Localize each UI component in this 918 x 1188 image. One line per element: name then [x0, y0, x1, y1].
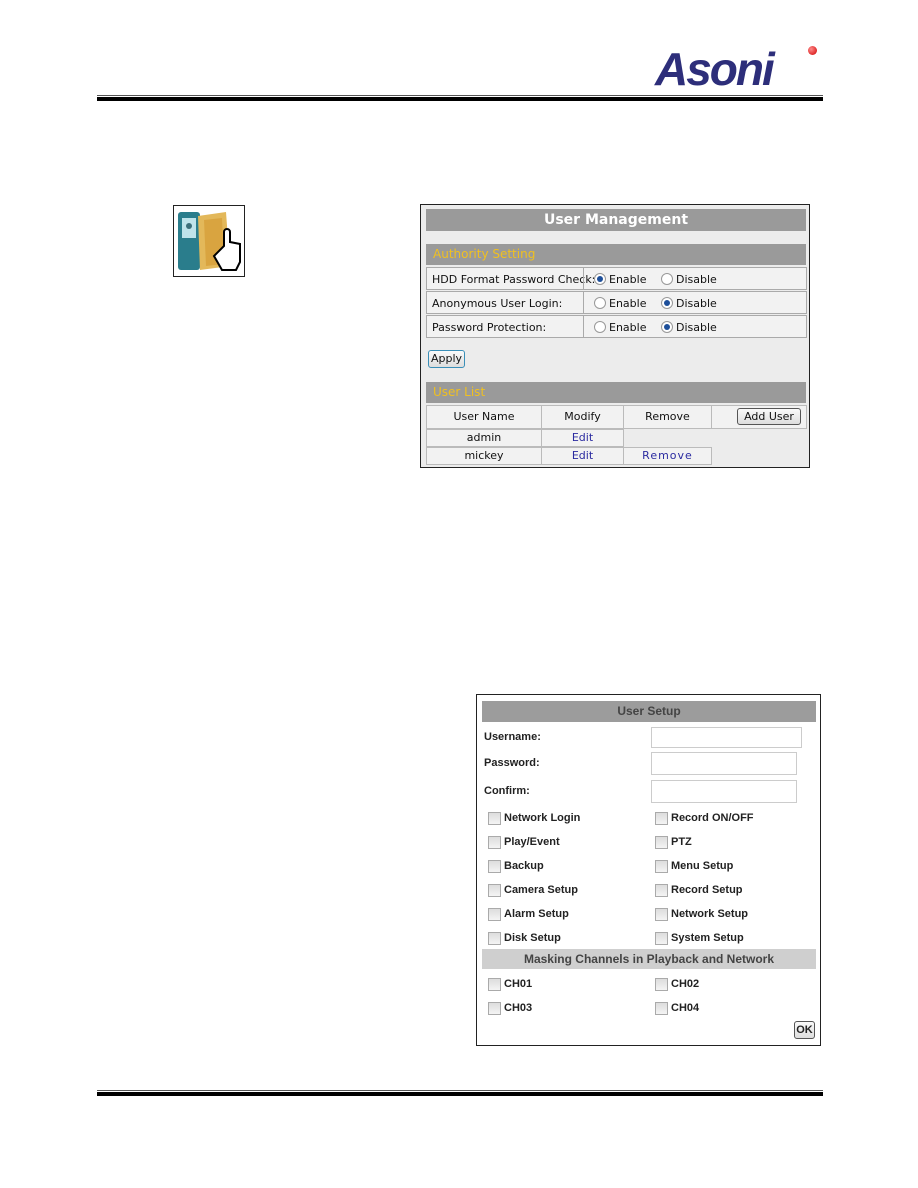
disable-radio[interactable]	[661, 321, 673, 333]
confirm-input[interactable]	[651, 780, 797, 803]
ch03-checkbox[interactable]	[488, 1002, 501, 1015]
setting-label: Anonymous User Login:	[432, 297, 563, 310]
disk-setup-label: Disk Setup	[504, 932, 561, 944]
user-list-header: User List	[426, 382, 806, 403]
apply-button[interactable]: Apply	[428, 350, 465, 368]
disable-radio[interactable]	[661, 273, 673, 285]
ch02-label: CH02	[671, 978, 700, 990]
header-rule	[97, 97, 823, 101]
enable-radio[interactable]	[594, 297, 606, 309]
ch01-checkbox[interactable]	[488, 978, 501, 991]
menu-setup-label: Menu Setup	[671, 860, 734, 872]
setting-label: Password Protection:	[432, 321, 547, 334]
backup-checkbox[interactable]	[488, 860, 501, 873]
user-name-cell: mickey	[426, 447, 542, 465]
header-rule-thin	[97, 95, 823, 96]
alarm-setup-label: Alarm Setup	[504, 908, 569, 920]
remove-link[interactable]: Remove	[623, 447, 712, 465]
edit-link[interactable]: Edit	[541, 447, 624, 465]
record-on-off-label: Record ON/OFF	[671, 812, 754, 824]
radio-label: Enable	[609, 297, 647, 310]
ch03-label: CH03	[504, 1002, 533, 1014]
backup-label: Backup	[504, 860, 544, 872]
disable-radio[interactable]	[661, 297, 673, 309]
masking-channels-header: Masking Channels in Playback and Network	[482, 949, 816, 969]
panel-title: User Management	[426, 209, 806, 231]
setting-row-anonymous-login: Anonymous User Login: Enable Disable	[426, 291, 807, 314]
radio-label: Enable	[609, 321, 647, 334]
ch04-label: CH04	[671, 1002, 700, 1014]
play-event-label: Play/Event	[504, 836, 560, 848]
setting-row-password-protection: Password Protection: Enable Disable	[426, 315, 807, 338]
record-setup-checkbox[interactable]	[655, 884, 668, 897]
radio-label: Enable	[609, 273, 647, 286]
user-name-cell: admin	[426, 429, 542, 447]
user-management-folder-icon	[173, 205, 245, 277]
disk-setup-checkbox[interactable]	[488, 932, 501, 945]
enable-radio[interactable]	[594, 321, 606, 333]
footer-rule	[97, 1092, 823, 1096]
record-on-off-checkbox[interactable]	[655, 812, 668, 825]
setting-row-hdd-format: HDD Format Password Check: Enable Disabl…	[426, 267, 807, 290]
radio-label: Disable	[676, 273, 717, 286]
asoni-logo: Asoni	[655, 43, 775, 95]
logo-dot	[808, 46, 817, 55]
menu-setup-checkbox[interactable]	[655, 860, 668, 873]
network-login-checkbox[interactable]	[488, 812, 501, 825]
footer-rule-thin	[97, 1090, 823, 1091]
username-input[interactable]	[651, 727, 802, 748]
user-setup-panel: User Setup Username: Password: Confirm: …	[476, 694, 821, 1046]
add-user-button[interactable]: Add User	[737, 408, 801, 425]
username-label: Username:	[484, 731, 541, 743]
play-event-checkbox[interactable]	[488, 836, 501, 849]
edit-link[interactable]: Edit	[541, 429, 624, 447]
record-setup-label: Record Setup	[671, 884, 743, 896]
password-input[interactable]	[651, 752, 797, 775]
col-modify: Modify	[541, 405, 624, 429]
system-setup-checkbox[interactable]	[655, 932, 668, 945]
col-remove: Remove	[623, 405, 712, 429]
user-setup-title: User Setup	[482, 701, 816, 722]
manual-page: Asoni User Management Authority Setting …	[0, 0, 918, 1188]
ptz-checkbox[interactable]	[655, 836, 668, 849]
password-label: Password:	[484, 757, 540, 769]
radio-label: Disable	[676, 321, 717, 334]
network-setup-label: Network Setup	[671, 908, 749, 920]
enable-radio[interactable]	[594, 273, 606, 285]
confirm-label: Confirm:	[484, 785, 530, 797]
alarm-setup-checkbox[interactable]	[488, 908, 501, 921]
network-login-label: Network Login	[504, 812, 581, 824]
system-setup-label: System Setup	[671, 932, 744, 944]
ok-button[interactable]: OK	[794, 1021, 815, 1039]
user-management-panel: User Management Authority Setting HDD Fo…	[420, 204, 810, 468]
ptz-label: PTZ	[671, 836, 692, 848]
ch02-checkbox[interactable]	[655, 978, 668, 991]
authority-setting-header: Authority Setting	[426, 244, 806, 265]
col-user-name: User Name	[426, 405, 542, 429]
camera-setup-label: Camera Setup	[504, 884, 578, 896]
network-setup-checkbox[interactable]	[655, 908, 668, 921]
setting-label: HDD Format Password Check:	[432, 273, 596, 286]
ch04-checkbox[interactable]	[655, 1002, 668, 1015]
ch01-label: CH01	[504, 978, 533, 990]
camera-setup-checkbox[interactable]	[488, 884, 501, 897]
radio-label: Disable	[676, 297, 717, 310]
